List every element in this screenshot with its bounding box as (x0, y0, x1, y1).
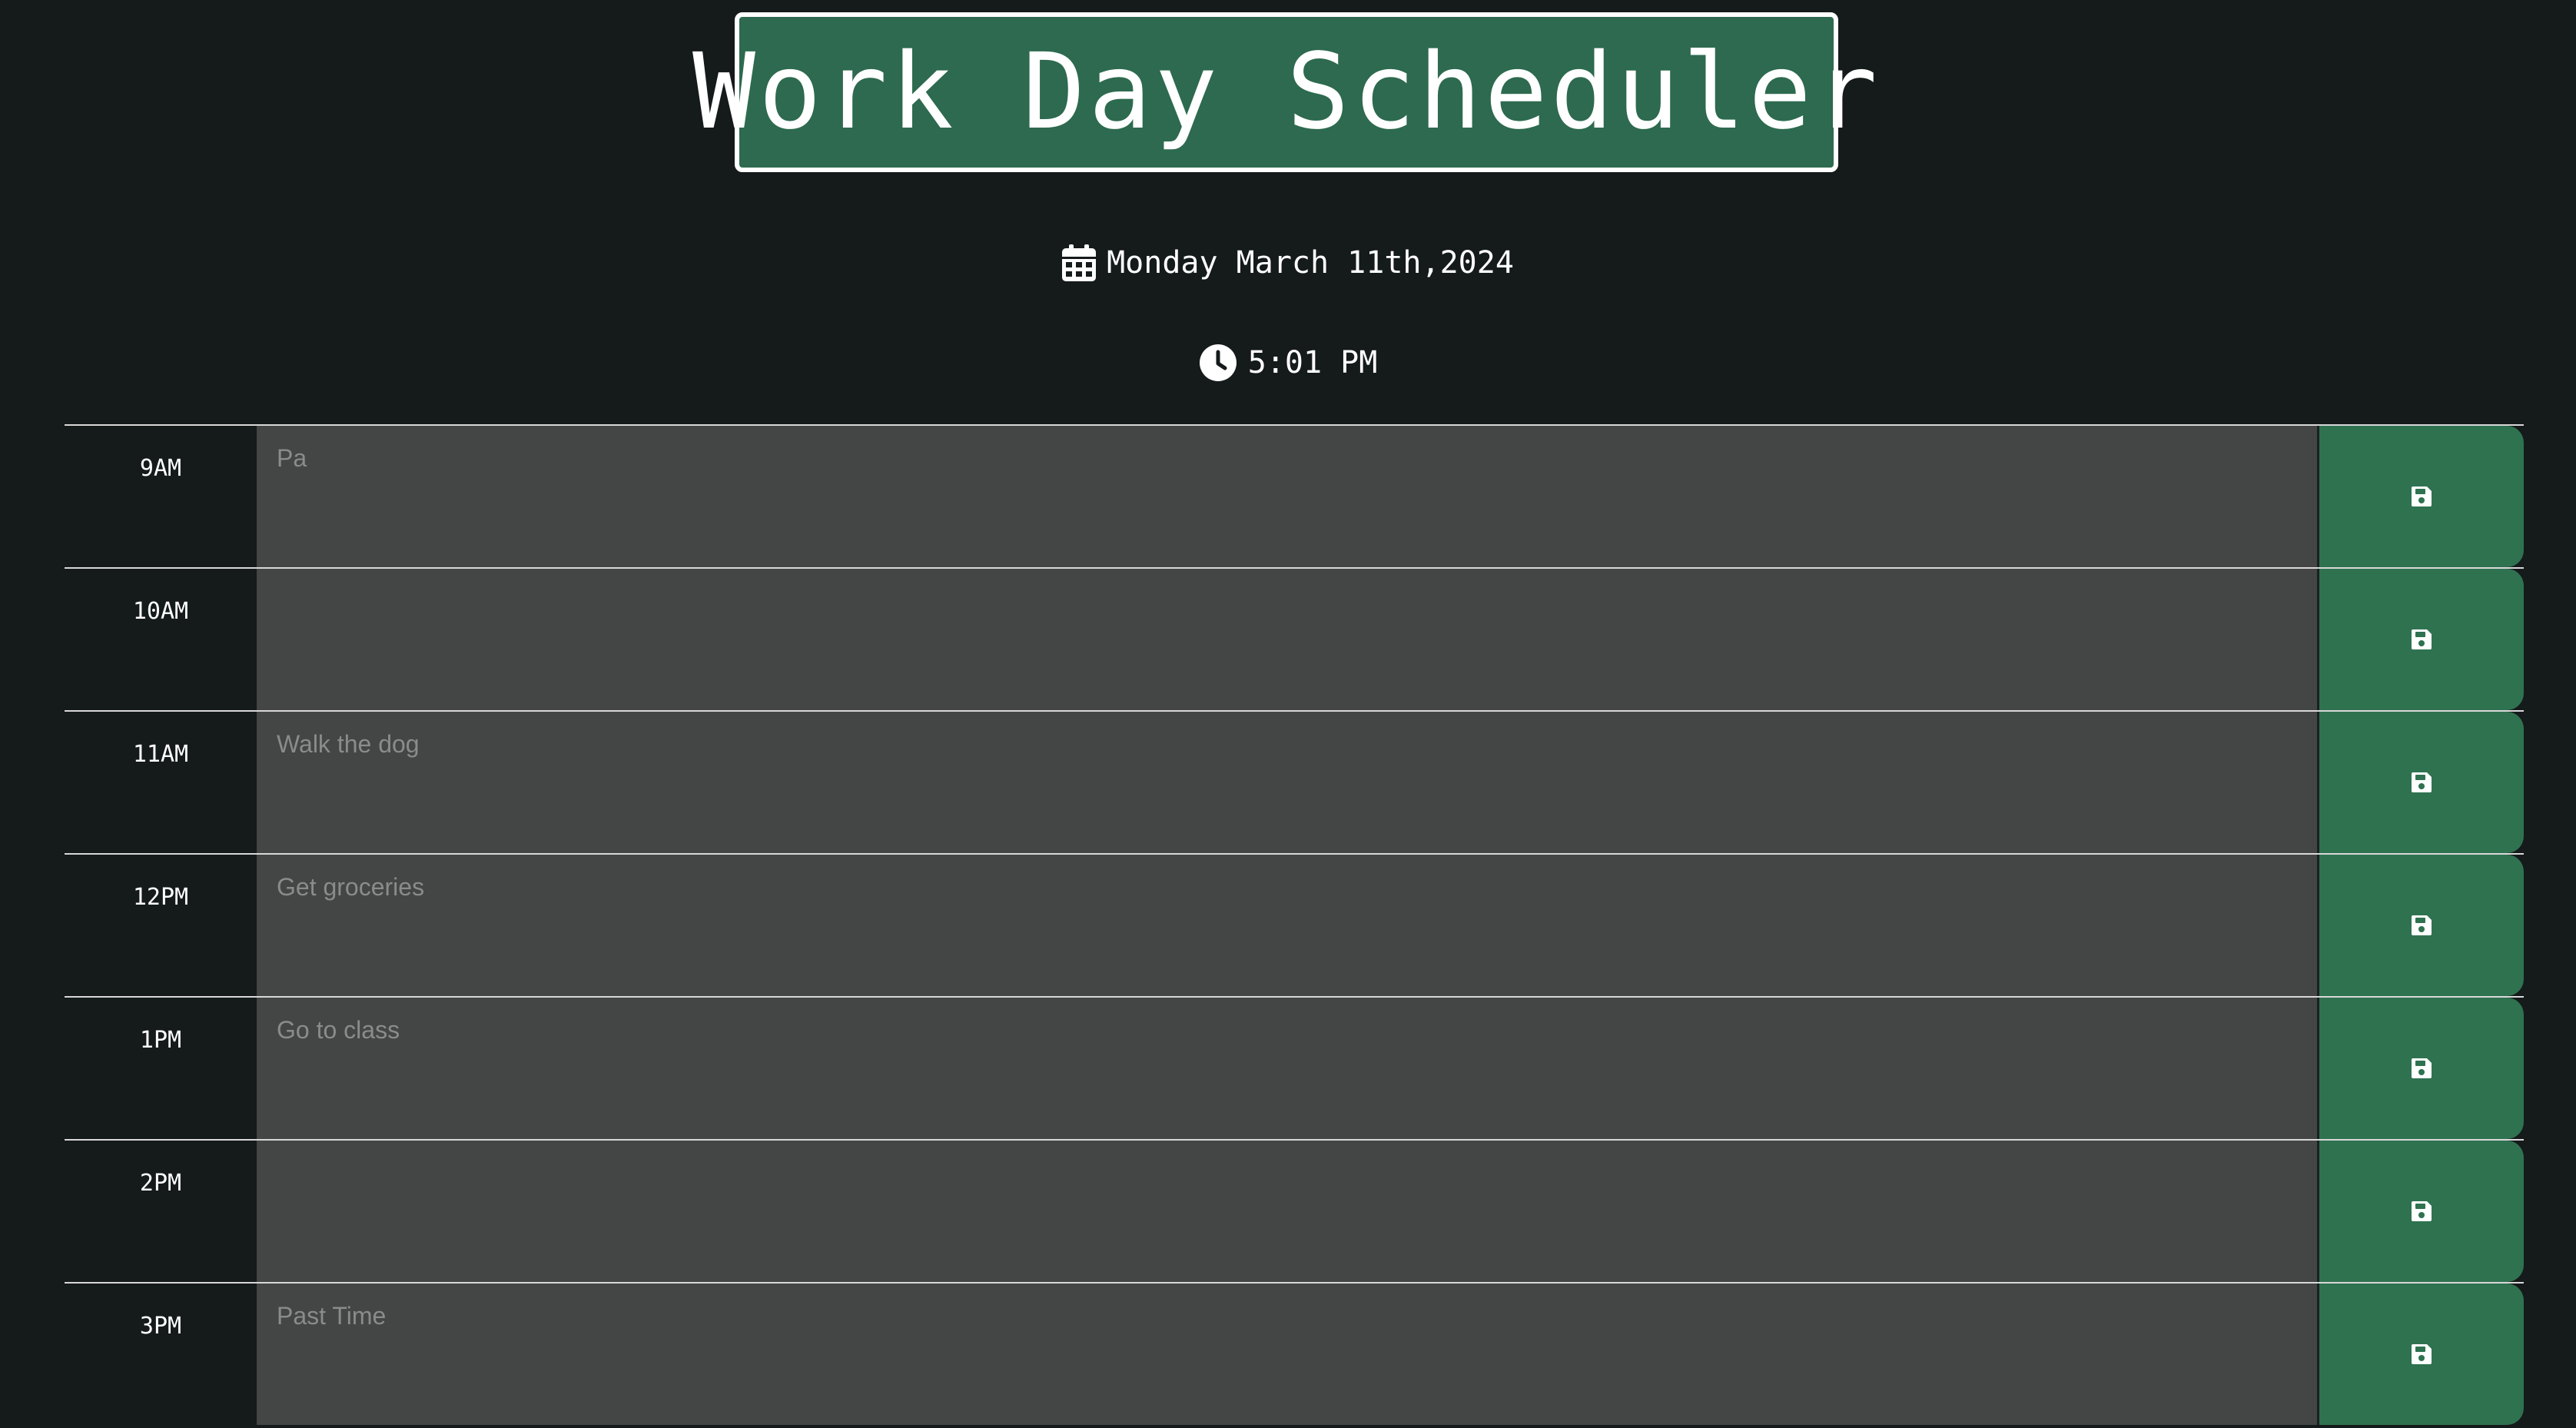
floppy-disk-icon (2411, 915, 2432, 936)
task-input[interactable] (257, 1141, 2317, 1282)
save-button[interactable] (2319, 426, 2524, 567)
time-block-2pm: 2PM (65, 1139, 2524, 1282)
hour-label: 9AM (65, 426, 257, 567)
time-block-1pm: 1PM (65, 996, 2524, 1139)
task-field-container (257, 998, 2319, 1139)
time-block-12pm: 12PM (65, 853, 2524, 996)
floppy-disk-icon (2411, 1058, 2432, 1079)
current-time: 5:01 PM (0, 340, 2576, 386)
task-input[interactable] (257, 998, 2317, 1139)
save-button[interactable] (2319, 1284, 2524, 1425)
save-button[interactable] (2319, 1141, 2524, 1282)
time-block-list: 9AM 10AM 11AM 12P (65, 424, 2524, 1425)
calendar-icon (1062, 244, 1097, 281)
floppy-disk-icon (2411, 486, 2432, 507)
task-input[interactable] (257, 712, 2317, 853)
page-title: Work Day Scheduler (692, 32, 1881, 153)
task-field-container (257, 1141, 2319, 1282)
time-block-11am: 11AM (65, 710, 2524, 853)
floppy-disk-icon (2411, 629, 2432, 650)
task-input[interactable] (257, 855, 2317, 996)
clock-icon (1199, 344, 1237, 382)
time-text: 5:01 PM (1247, 345, 1378, 380)
task-field-container (257, 426, 2319, 567)
hour-label: 12PM (65, 855, 257, 996)
task-field-container (257, 1284, 2319, 1425)
current-date: Monday March 11th,2024 (0, 240, 2576, 286)
time-block-9am: 9AM (65, 424, 2524, 567)
save-button[interactable] (2319, 569, 2524, 710)
task-field-container (257, 569, 2319, 710)
task-input[interactable] (257, 569, 2317, 710)
floppy-disk-icon (2411, 1343, 2432, 1365)
time-block-10am: 10AM (65, 567, 2524, 710)
task-input[interactable] (257, 426, 2317, 567)
hour-label: 2PM (65, 1141, 257, 1282)
save-button[interactable] (2319, 998, 2524, 1139)
hour-label: 11AM (65, 712, 257, 853)
task-field-container (257, 712, 2319, 853)
hour-label: 3PM (65, 1284, 257, 1425)
hour-label: 1PM (65, 998, 257, 1139)
hour-label: 10AM (65, 569, 257, 710)
task-input[interactable] (257, 1284, 2317, 1425)
floppy-disk-icon (2411, 1201, 2432, 1222)
time-block-3pm: 3PM (65, 1282, 2524, 1425)
task-field-container (257, 855, 2319, 996)
floppy-disk-icon (2411, 772, 2432, 793)
date-text: Monday March 11th,2024 (1107, 245, 1514, 281)
page-header: Work Day Scheduler Monday March 11th,202… (0, 0, 2576, 424)
save-button[interactable] (2319, 712, 2524, 853)
title-banner: Work Day Scheduler (692, 12, 1877, 172)
save-button[interactable] (2319, 855, 2524, 996)
